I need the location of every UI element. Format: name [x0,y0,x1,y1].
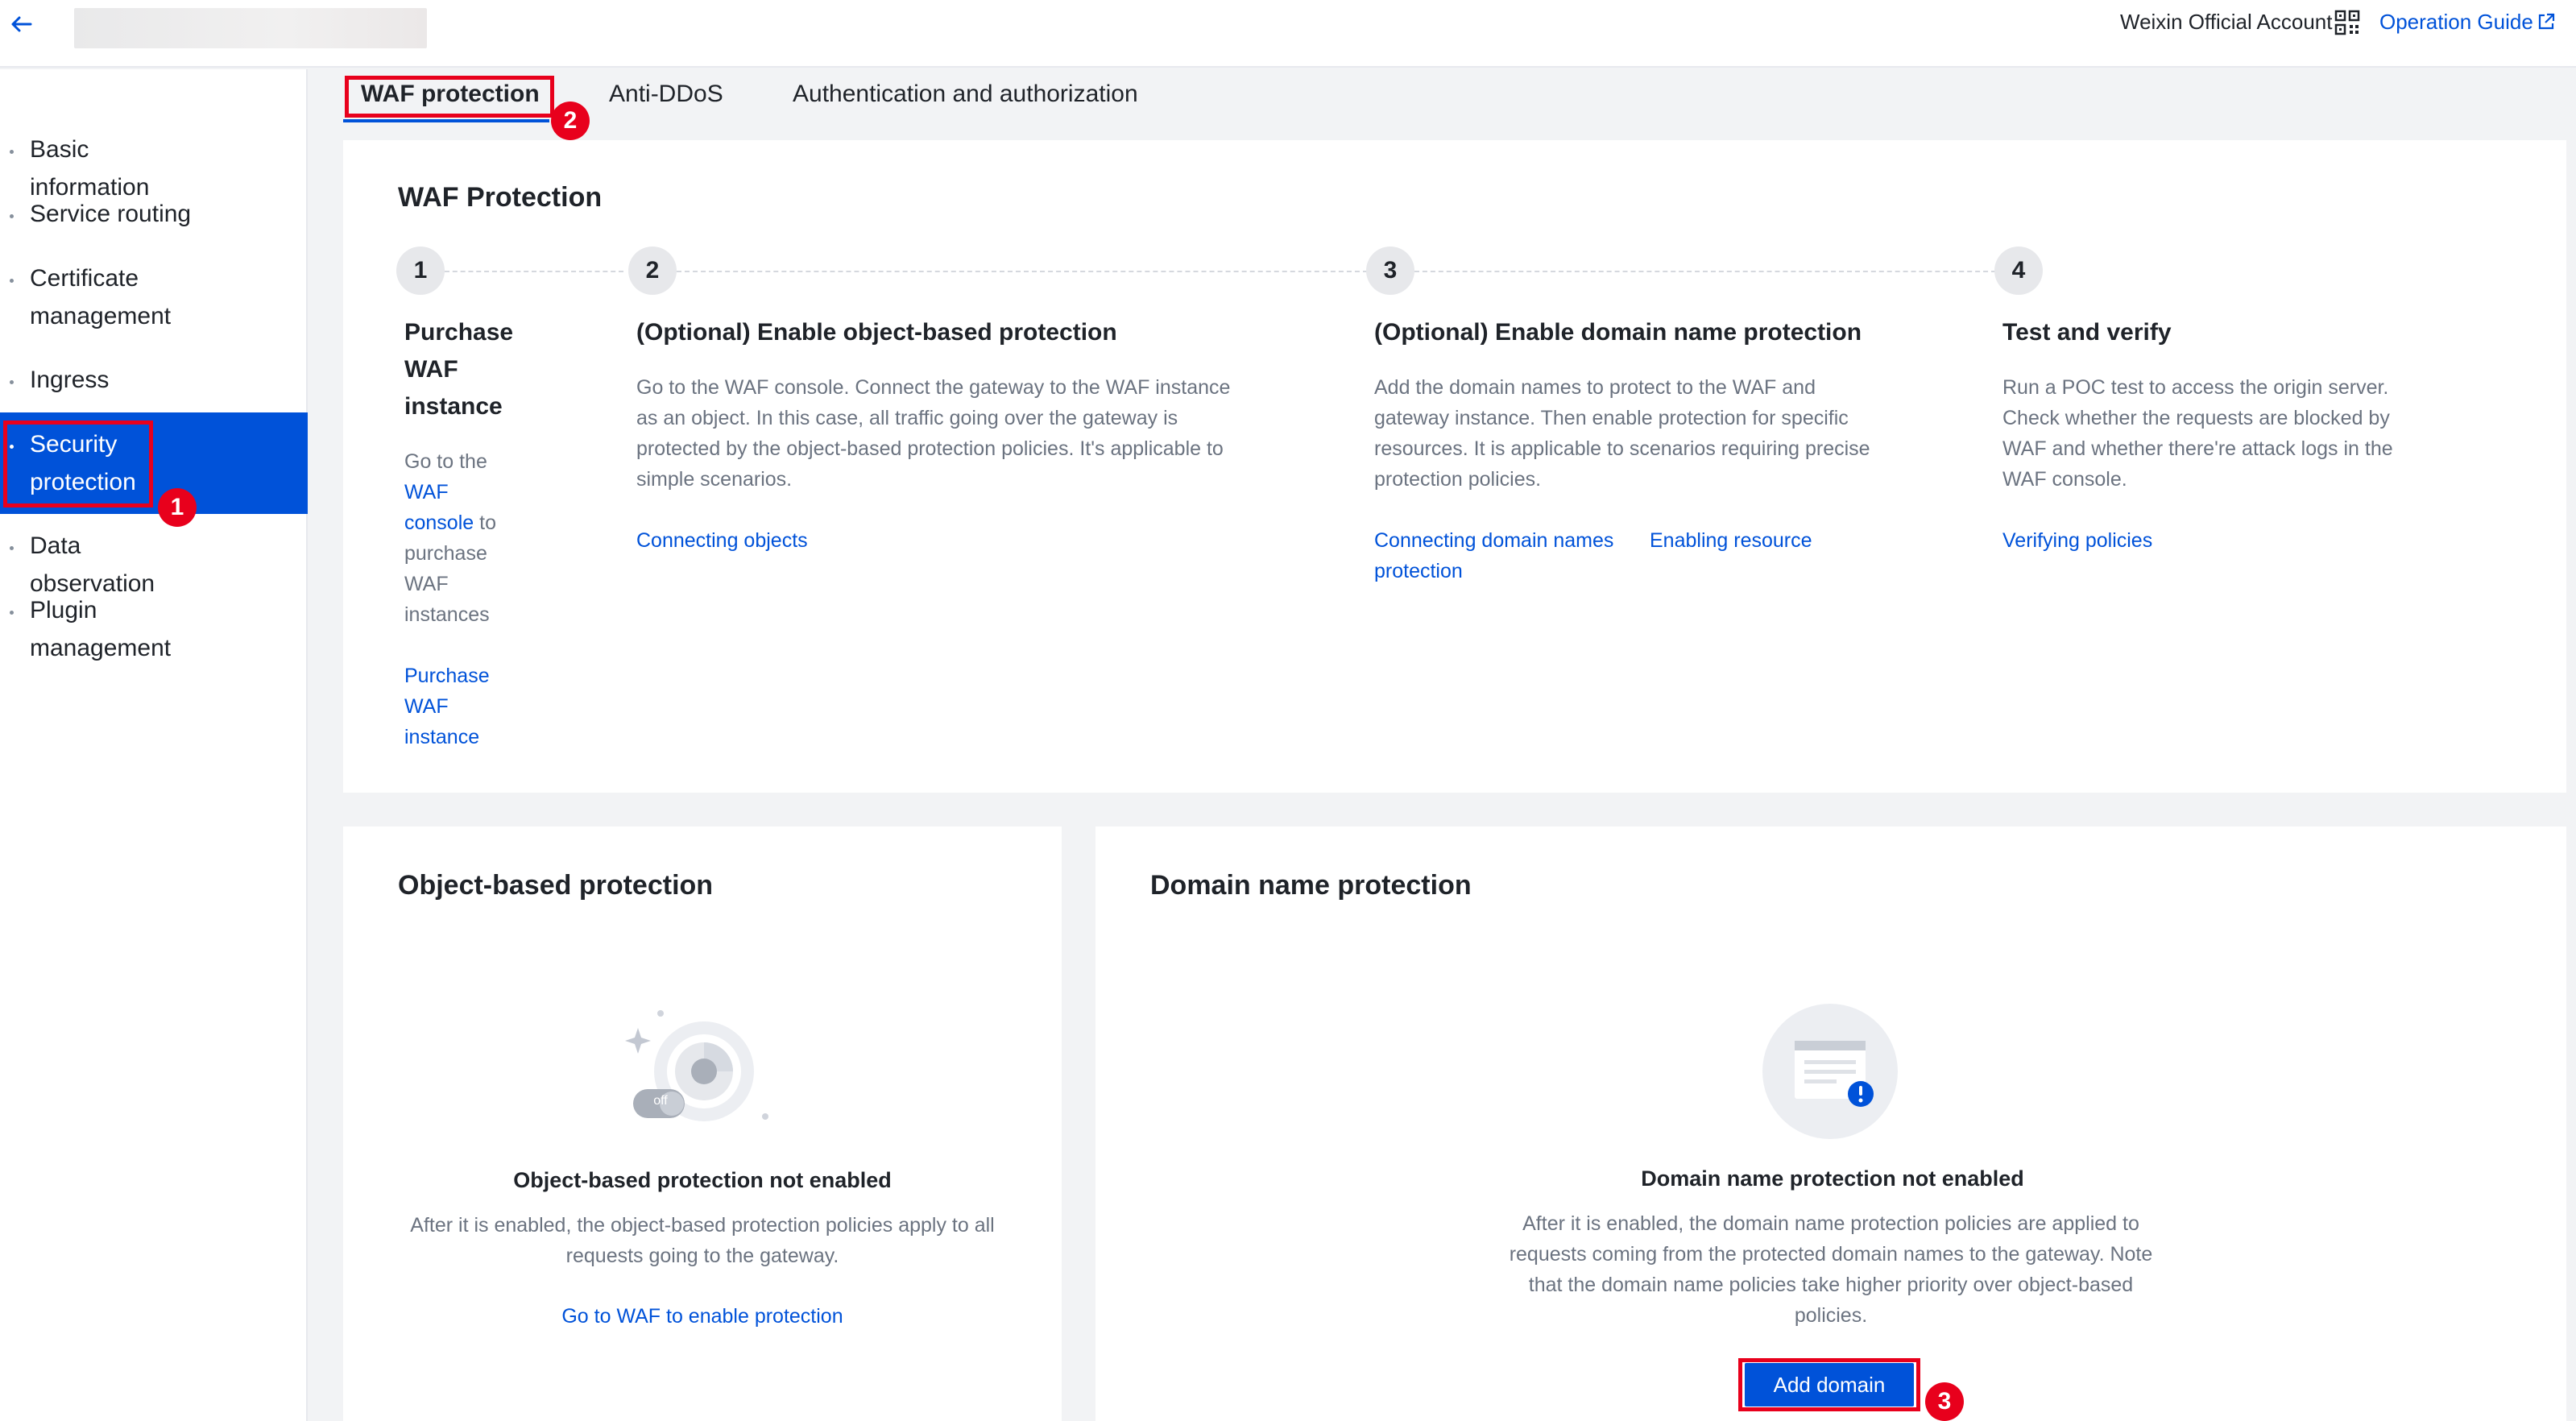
step-number-1: 1 [396,246,445,295]
step-1-desc: Go to the WAF console to purchase WAF in… [404,446,517,630]
domain-protection-title: Domain name protection [1150,870,1472,901]
go-to-waf-link[interactable]: Go to WAF to enable protection [343,1305,1062,1328]
step-4-title: Test and verify [2002,319,2172,346]
active-tab-indicator [343,119,549,122]
waf-console-link[interactable]: WAF console [404,481,474,534]
sidebar-item-label: Plugin management [30,597,172,661]
weixin-account-label[interactable]: Weixin Official Account [2120,10,2333,35]
connecting-objects-link[interactable]: Connecting objects [636,525,808,556]
bullet-icon [10,611,14,615]
purchase-waf-instance-link[interactable]: Purchase WAF instance [404,661,509,752]
sidebar-item-plugin-management[interactable]: Plugin management [0,591,308,667]
step-connector [677,271,1368,272]
sidebar-item-label: Service routing [30,201,192,227]
step-connector [445,271,623,272]
step-3-desc: Add the domain names to protect to the W… [1374,376,1870,491]
annotation-badge: 3 [1925,1382,1964,1421]
bullet-icon [10,380,14,384]
sidebar-item-label: Ingress [30,367,110,393]
step-4-desc: Run a POC test to access the origin serv… [2002,376,2393,491]
domain-protection-empty-desc: After it is enabled, the domain name pro… [1509,1212,2153,1327]
top-bar: Weixin Official Account Operation Guide [0,0,2576,68]
toggle-off-label: off [653,1094,668,1108]
step-connector [1414,271,1996,272]
domain-protection-empty-title: Domain name protection not enabled [1641,1166,2024,1191]
annotation-badge: 1 [158,488,197,527]
object-protection-empty-title: Object-based protection not enabled [513,1168,892,1192]
sidebar-item-label: Security protection [30,431,136,495]
step-1-desc-text: Go to the [404,450,487,473]
bullet-icon [10,546,14,550]
external-link-icon[interactable] [2537,13,2555,31]
qr-code-icon[interactable] [2334,10,2360,35]
bullet-icon [10,445,14,449]
back-arrow-icon[interactable] [5,8,37,40]
step-number-4: 4 [1994,246,2043,295]
sidebar: Basic information Service routing Certif… [0,69,308,1421]
step-2-title: (Optional) Enable object-based protectio… [636,319,1117,346]
object-protection-empty-desc: After it is enabled, the object-based pr… [410,1214,995,1267]
sidebar-item-service-routing[interactable]: Service routing [0,195,308,233]
operation-guide-link[interactable]: Operation Guide [2379,10,2533,35]
bullet-icon [10,279,14,283]
step-2-desc: Go to the WAF console. Connect the gatew… [636,376,1231,491]
add-domain-button[interactable]: Add domain [1745,1363,1914,1406]
step-number-3: 3 [1366,246,1414,295]
sidebar-item-certificate-management[interactable]: Certificate management [0,259,308,335]
bullet-icon [10,150,14,154]
document-warning-icon [1762,1004,1898,1139]
annotation-badge: 2 [551,102,590,140]
enabling-resource-protection-link[interactable]: Enabling resource protection [1374,525,1841,586]
bullet-icon [10,214,14,218]
waf-card-title: WAF Protection [398,182,603,213]
step-number-2: 2 [628,246,677,295]
step-1-title: Purchase WAF instance [404,319,514,420]
sidebar-item-label: Certificate management [30,265,172,329]
step-3-title: (Optional) Enable domain name protection [1374,319,1862,346]
sidebar-item-security-protection[interactable]: Security protection [0,412,308,514]
sidebar-item-ingress[interactable]: Ingress [0,361,308,399]
verifying-policies-link[interactable]: Verifying policies [2002,525,2152,556]
tab-authentication-authorization[interactable]: Authentication and authorization [793,81,1138,108]
shield-off-icon [625,1010,768,1121]
tab-anti-ddos[interactable]: Anti-DDoS [609,81,723,108]
object-protection-title: Object-based protection [398,870,714,901]
tab-waf-protection[interactable]: WAF protection [361,81,540,108]
instance-title-redacted [74,8,427,48]
